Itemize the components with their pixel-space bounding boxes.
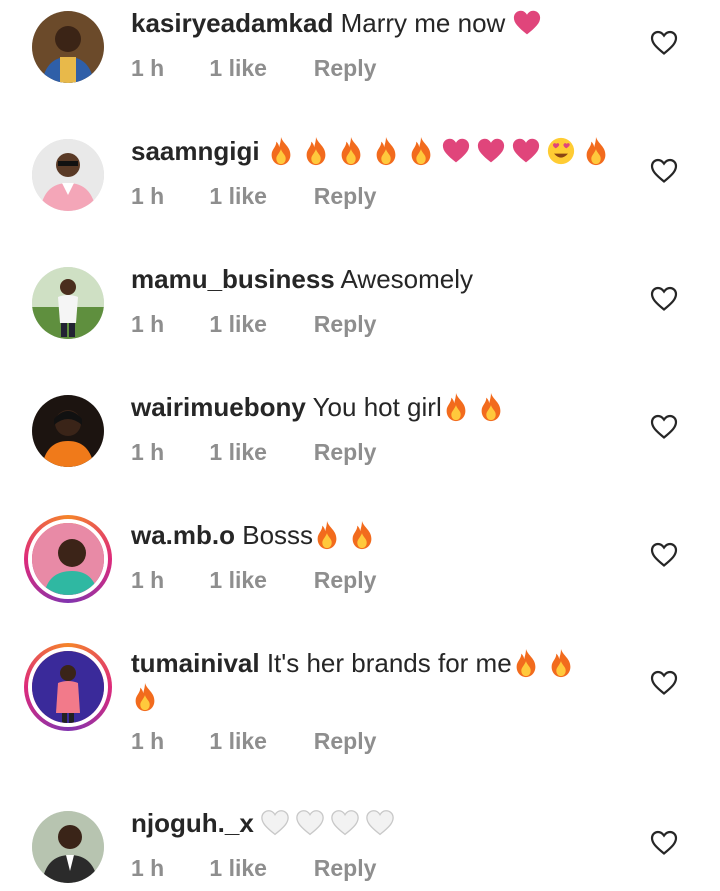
comment-likes[interactable]: 1 like bbox=[209, 439, 307, 466]
heart-outline-icon[interactable] bbox=[650, 670, 678, 696]
comment-time: 1 h bbox=[131, 311, 165, 337]
heart-outline-icon[interactable] bbox=[650, 286, 678, 312]
story-ring-avatar[interactable] bbox=[24, 643, 112, 731]
comment-text-line: tumainival It's her brands for me bbox=[131, 646, 640, 714]
white-heart-emoji bbox=[366, 808, 394, 838]
comment-time: 1 h bbox=[131, 183, 165, 209]
avatar[interactable] bbox=[32, 267, 104, 339]
fire-emoji bbox=[313, 520, 341, 550]
heart-outline-icon[interactable] bbox=[650, 158, 678, 184]
comment-body: Bosss bbox=[242, 520, 314, 550]
heart-outline-icon[interactable] bbox=[650, 414, 678, 440]
comment-meta: 1 h 1 like Reply bbox=[131, 55, 376, 82]
heart-emoji bbox=[512, 136, 540, 166]
reply-button[interactable]: Reply bbox=[314, 728, 377, 755]
comment-username[interactable]: mamu_business bbox=[131, 264, 335, 294]
comment-body: Awesomely bbox=[340, 264, 474, 294]
white-heart-emoji bbox=[296, 808, 324, 838]
reply-button[interactable]: Reply bbox=[314, 55, 377, 82]
fire-emoji bbox=[477, 392, 505, 422]
white-heart-emoji bbox=[261, 808, 289, 838]
fire-emoji bbox=[547, 648, 575, 678]
comment-body: Marry me now bbox=[340, 8, 506, 38]
avatar[interactable] bbox=[32, 811, 104, 883]
fire-emoji bbox=[582, 136, 610, 166]
comment-time: 1 h bbox=[131, 55, 165, 81]
heart-outline-icon[interactable] bbox=[650, 542, 678, 568]
white-heart-emoji bbox=[331, 808, 359, 838]
comment-username[interactable]: tumainival bbox=[131, 648, 260, 678]
comment-likes[interactable]: 1 like bbox=[209, 311, 307, 338]
comment-meta: 1 h 1 like Reply bbox=[131, 728, 376, 755]
reply-button[interactable]: Reply bbox=[314, 567, 377, 594]
heart-emoji bbox=[477, 136, 505, 166]
comment-username[interactable]: saamngigi bbox=[131, 136, 260, 166]
comment-username[interactable]: wairimuebony bbox=[131, 392, 306, 422]
comment-meta: 1 h 1 like Reply bbox=[131, 567, 376, 594]
avatar bbox=[28, 647, 108, 727]
comment-text-line: njoguh._x bbox=[131, 806, 640, 840]
fire-emoji bbox=[131, 682, 159, 712]
comment-meta: 1 h 1 like Reply bbox=[131, 311, 376, 338]
comment-text-line: wa.mb.o Bosss bbox=[131, 518, 640, 552]
comment-time: 1 h bbox=[131, 728, 165, 754]
avatar bbox=[28, 519, 108, 599]
avatar[interactable] bbox=[32, 11, 104, 83]
comment-time: 1 h bbox=[131, 567, 165, 593]
comment-time: 1 h bbox=[131, 855, 165, 881]
fire-emoji bbox=[407, 136, 435, 166]
comment-username[interactable]: kasiryeadamkad bbox=[131, 8, 333, 38]
fire-emoji bbox=[442, 392, 470, 422]
comment-meta: 1 h 1 like Reply bbox=[131, 439, 376, 466]
comment-likes[interactable]: 1 like bbox=[209, 55, 307, 82]
comment-time: 1 h bbox=[131, 439, 165, 465]
heart-outline-icon[interactable] bbox=[650, 30, 678, 56]
reply-button[interactable]: Reply bbox=[314, 855, 377, 882]
reply-button[interactable]: Reply bbox=[314, 311, 377, 338]
fire-emoji bbox=[348, 520, 376, 550]
comment-username[interactable]: wa.mb.o bbox=[131, 520, 235, 550]
comment-likes[interactable]: 1 like bbox=[209, 567, 307, 594]
comment-meta: 1 h 1 like Reply bbox=[131, 183, 376, 210]
heart-outline-icon[interactable] bbox=[650, 830, 678, 856]
comment-likes[interactable]: 1 like bbox=[209, 728, 307, 755]
fire-emoji bbox=[372, 136, 400, 166]
comment-meta: 1 h 1 like Reply bbox=[131, 855, 376, 882]
comment-body: It's her brands for me bbox=[266, 648, 512, 678]
reply-button[interactable]: Reply bbox=[314, 183, 377, 210]
fire-emoji bbox=[337, 136, 365, 166]
fire-emoji bbox=[302, 136, 330, 166]
heart-emoji bbox=[513, 8, 541, 38]
comment-username[interactable]: njoguh._x bbox=[131, 808, 254, 838]
comment-text-line: kasiryeadamkad Marry me now bbox=[131, 6, 640, 40]
heart-eyes-emoji bbox=[547, 136, 575, 166]
comment-text-line: mamu_business Awesomely bbox=[131, 262, 640, 296]
comment-likes[interactable]: 1 like bbox=[209, 183, 307, 210]
avatar[interactable] bbox=[32, 395, 104, 467]
story-ring-avatar[interactable] bbox=[24, 515, 112, 603]
reply-button[interactable]: Reply bbox=[314, 439, 377, 466]
avatar[interactable] bbox=[32, 139, 104, 211]
comment-text-line: saamngigi bbox=[131, 134, 640, 168]
heart-emoji bbox=[442, 136, 470, 166]
comment-likes[interactable]: 1 like bbox=[209, 855, 307, 882]
comment-text-line: wairimuebony You hot girl bbox=[131, 390, 640, 424]
fire-emoji bbox=[512, 648, 540, 678]
fire-emoji bbox=[267, 136, 295, 166]
comment-body: You hot girl bbox=[312, 392, 442, 422]
